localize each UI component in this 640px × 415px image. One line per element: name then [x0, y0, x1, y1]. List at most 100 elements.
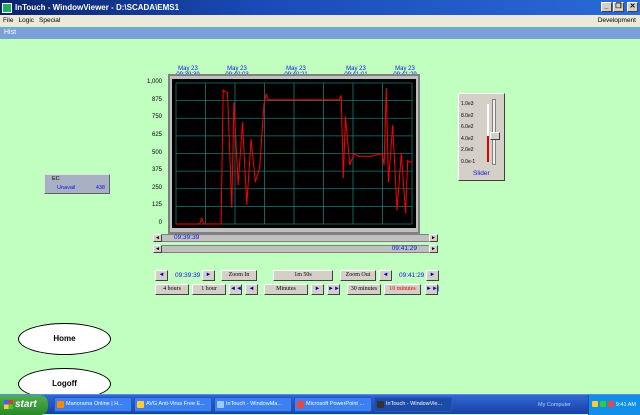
- trend-point: [246, 203, 248, 205]
- prev-time-button[interactable]: ◄: [155, 270, 168, 281]
- menu-file[interactable]: File: [3, 17, 13, 24]
- task-manorama[interactable]: Manorama Online | H...: [54, 397, 132, 412]
- slider-tick-label: 8.0e2: [461, 112, 474, 119]
- window-title: InTouch - WindowViewer - D:\SCADA\EMS1: [15, 3, 180, 12]
- trend-point: [220, 223, 222, 225]
- jump-end-icon[interactable]: ►►|: [425, 284, 439, 295]
- task-intouch-viewer[interactable]: InTouch - WindowVie...: [374, 397, 452, 412]
- trend-point: [400, 152, 402, 155]
- tray-icon[interactable]: [608, 401, 614, 407]
- ec-display: EC Unavail 438: [44, 174, 110, 194]
- trend-point: [381, 152, 383, 155]
- trend-point: [338, 99, 340, 101]
- slider-tick-label: 2.0e2: [461, 147, 474, 154]
- prev-end-button[interactable]: ◄: [379, 270, 392, 281]
- menu-special[interactable]: Special: [39, 17, 60, 24]
- windows-flag-icon: [4, 400, 13, 409]
- back-icon[interactable]: ◄: [245, 284, 258, 295]
- trend-scrollbar-left[interactable]: ◄ 09:39:39 ►: [153, 234, 438, 242]
- trend-point: [353, 152, 355, 155]
- tray-icon[interactable]: [600, 401, 606, 407]
- window-header: Hist: [0, 27, 640, 39]
- trend-chart[interactable]: [172, 79, 416, 228]
- trend-point: [370, 155, 372, 157]
- trend-point: [392, 124, 394, 126]
- ec-value: 438: [95, 185, 105, 191]
- slider-tick-label: 6.0e2: [461, 124, 474, 131]
- ten-minutes-button[interactable]: 10 minutes: [384, 284, 421, 295]
- trend-point: [385, 88, 387, 90]
- trend-point: [409, 161, 411, 163]
- one-hour-button[interactable]: 1 hour: [192, 284, 226, 295]
- scroll-left-icon[interactable]: ◄: [153, 245, 162, 253]
- minimize-button[interactable]: _: [601, 2, 612, 12]
- forward-icon[interactable]: ►: [311, 284, 324, 295]
- task-intouch-maker[interactable]: InTouch - WindowMa...: [214, 397, 292, 412]
- trend-point: [411, 161, 413, 163]
- trend-point: [254, 181, 256, 183]
- trend-point: [241, 121, 244, 124]
- next-time-button[interactable]: ►: [202, 270, 215, 281]
- start-button[interactable]: start: [0, 395, 48, 415]
- scrollbar-right-time: 09:41:29: [391, 245, 417, 252]
- scroll-left-icon[interactable]: ◄: [153, 234, 162, 242]
- y-tick-label: 250: [151, 184, 162, 191]
- y-tick-label: 0: [158, 220, 162, 226]
- trend-point: [357, 155, 359, 157]
- app-icon: [2, 2, 12, 13]
- clock: 9:41 AM: [615, 402, 636, 408]
- y-tick-label: 625: [151, 131, 162, 138]
- trend-point: [407, 159, 409, 162]
- trend-point: [387, 181, 389, 183]
- fast-forward-icon[interactable]: ►►: [327, 284, 340, 295]
- slider-fill: [487, 135, 489, 162]
- start-time: 09:39:39: [175, 272, 201, 279]
- trend-point: [344, 116, 347, 118]
- trend-point: [349, 164, 351, 166]
- slider-tick-label: 1.0e3: [461, 101, 474, 107]
- title-bar: InTouch - WindowViewer - D:\SCADA\EMS1 _…: [0, 0, 640, 15]
- trend-point: [222, 89, 224, 91]
- menu-development[interactable]: Development: [598, 17, 636, 24]
- minutes-button[interactable]: Minutes: [264, 284, 308, 295]
- trend-point: [233, 102, 235, 104]
- y-tick-label: 875: [151, 96, 162, 103]
- ec-label: EC: [52, 176, 60, 182]
- trend-point: [237, 183, 239, 186]
- trend-point: [263, 103, 265, 105]
- task-powerpoint[interactable]: Microsoft PowerPoint ...: [294, 397, 372, 412]
- trend-point: [199, 223, 201, 225]
- trend-scrollbar-right[interactable]: ◄ 09:41:29 ►: [153, 245, 438, 253]
- scrollbar-left-time: 09:39:39: [174, 234, 200, 241]
- scroll-right-icon[interactable]: ►: [429, 234, 438, 242]
- four-hours-button[interactable]: 4 hours: [155, 284, 189, 295]
- start-label: start: [15, 399, 37, 410]
- close-button[interactable]: ✕: [627, 2, 638, 12]
- fast-back-icon[interactable]: ◄◄: [229, 284, 242, 295]
- task-avg[interactable]: AVG Anti-Virus Free E...: [134, 397, 212, 412]
- trend-point: [231, 206, 233, 208]
- slider-thumb[interactable]: [490, 131, 500, 140]
- zoom-out-button[interactable]: Zoom Out: [340, 270, 376, 281]
- system-tray: 9:41 AM: [588, 395, 640, 415]
- trend-point: [175, 223, 177, 225]
- trend-point: [405, 212, 407, 214]
- trend-point: [203, 223, 205, 225]
- trend-point: [342, 176, 344, 179]
- next-end-button[interactable]: ►: [426, 270, 439, 281]
- trend-point: [201, 217, 203, 219]
- scroll-right-icon[interactable]: ►: [429, 245, 438, 253]
- trend-point: [267, 99, 269, 101]
- menu-logic[interactable]: Logic: [18, 17, 34, 24]
- trend-point: [265, 93, 267, 95]
- my-computer-label[interactable]: My Computer: [538, 395, 571, 415]
- home-button[interactable]: Home: [18, 323, 111, 355]
- zoom-in-button[interactable]: Zoom In: [221, 270, 257, 281]
- thirty-minutes-button[interactable]: 30 minutes: [347, 284, 381, 295]
- duration-display: 1m 50s: [273, 270, 333, 281]
- trend-point: [396, 209, 398, 211]
- task-label: InTouch - WindowMa...: [226, 401, 282, 407]
- restore-button[interactable]: ❐: [613, 2, 624, 12]
- powerpoint-icon: [297, 401, 304, 408]
- tray-icon[interactable]: [592, 401, 598, 407]
